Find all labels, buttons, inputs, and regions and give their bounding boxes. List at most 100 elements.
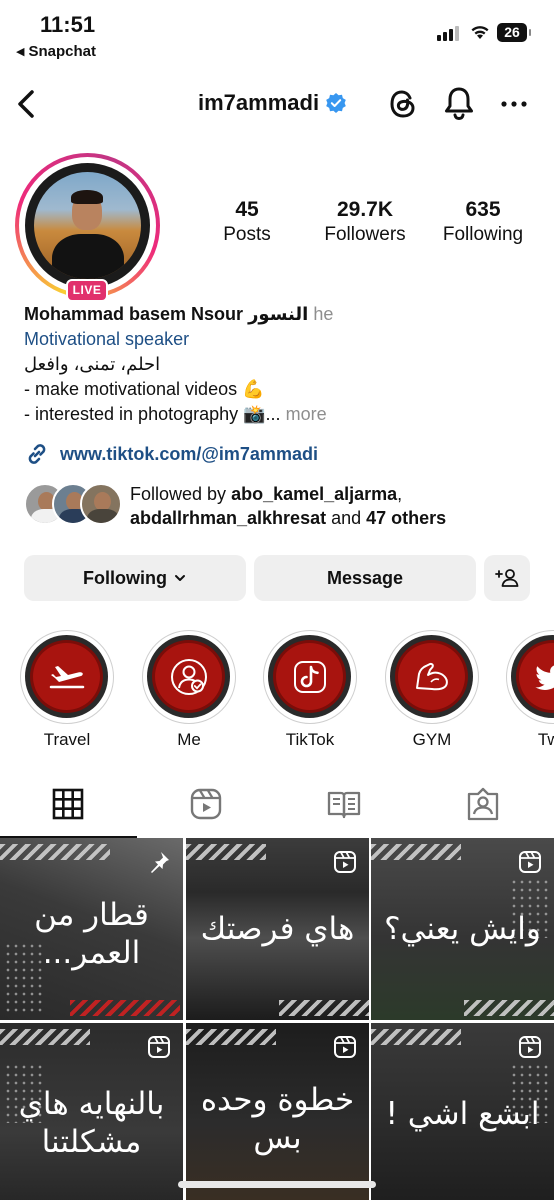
profile-website-link[interactable]: www.tiktok.com/@im7ammadi [24,441,318,467]
post-tile[interactable]: خطوة وحده بس [186,1023,369,1200]
link-icon [28,444,46,464]
tab-tagged[interactable] [465,786,501,822]
post-caption: ابشع اشي ! [385,1096,540,1132]
avatar [34,172,141,279]
post-caption: خطوة وحده بس [200,1082,355,1156]
twitter-bird-icon [534,664,554,690]
profile-nav-bar: im7ammadi [0,76,554,132]
back-app-label: Snapchat [28,43,96,60]
profile-bio: Mohammad basem Nsour النسور he Motivatio… [24,302,534,427]
user-check-icon [170,658,207,695]
mutual-followers-text: Followed by abo_kamel_aljarma, abdallrhm… [130,484,447,528]
bio-more-link[interactable]: more [286,404,327,424]
message-button-label: Message [326,567,404,588]
status-time: 11:51 [40,12,96,37]
post-tile[interactable]: هاي فرصتك [186,838,369,1020]
post-tile[interactable]: وايش يعني؟ [371,838,554,1020]
battery-icon: 26 [497,23,531,42]
followed-by-prefix: Followed by [130,484,232,504]
highlight-label: Twit [537,730,554,749]
mutual-others-count[interactable]: 47 others [366,508,446,528]
back-to-app-link[interactable]: ◀ Snapchat [16,43,96,60]
tiktok-icon [293,660,326,693]
guides-icon [327,791,361,819]
reel-icon [519,1036,541,1058]
post-caption: قطار من العمر... [34,897,149,971]
flexed-arm-icon [415,662,448,690]
highlight-twitter[interactable]: Twit [506,630,554,750]
pin-icon [151,852,169,873]
highlight-travel[interactable]: Travel [20,630,114,750]
highlight-gym[interactable]: GYM [385,630,479,750]
posts-count[interactable]: 45 Posts [216,198,278,246]
post-tile[interactable]: قطار من العمر... [0,838,183,1020]
verified-badge-icon [326,93,346,113]
highlight-label: Me [177,730,201,749]
profile-avatar-story-ring[interactable] [15,153,160,298]
post-caption: بالنهايه هاي مشكلتنا [18,1086,165,1160]
tab-reels[interactable] [188,786,224,822]
mutual-avatar-3 [80,483,122,525]
followers-number: 29.7K [336,198,394,221]
post-tile[interactable]: بالنهايه هاي مشكلتنا [0,1023,183,1200]
posts-number: 45 [235,198,259,221]
followers-label: Followers [324,224,406,245]
mutual-user-1[interactable]: abo_kamel_aljarma [231,484,397,504]
following-number: 635 [465,198,501,221]
suggested-users-button[interactable] [484,555,530,601]
signal-icon [437,26,459,41]
following-count[interactable]: 635 Following [436,198,530,246]
threads-icon[interactable] [385,86,421,122]
bio-line-photography-row: - interested in photography 📸... more [24,402,534,427]
post-tile[interactable]: ابشع اشي ! [371,1023,554,1200]
status-bar: 11:51 ◀ Snapchat 26 [0,0,554,66]
followed-by-and: and [326,508,367,528]
mutual-user-2[interactable]: abdallrhman_alkhresat [130,508,326,528]
back-arrow-icon[interactable] [10,86,46,122]
live-badge: LIVE [66,279,108,302]
following-button-label: Following [83,567,167,588]
highlight-label: GYM [412,730,452,749]
followers-count[interactable]: 29.7K Followers [318,198,412,246]
profile-name-row: Mohammad basem Nsour النسور he [24,302,534,327]
add-user-icon [495,569,519,587]
reel-icon [334,1036,356,1058]
tagged-icon [467,787,499,821]
posts-label: Posts [223,224,271,245]
profile-category[interactable]: Motivational speaker [24,327,534,352]
highlight-label: Travel [43,730,91,749]
back-triangle-icon: ◀ [16,46,25,58]
following-button[interactable]: Following [24,555,246,601]
more-options-icon[interactable] [498,88,530,120]
profile-pronouns: he [313,304,334,324]
post-caption: هاي فرصتك [200,911,355,947]
home-indicator[interactable] [178,1181,376,1188]
bio-line-arabic: احلم، تمنى، وافعل [24,354,161,374]
reel-icon [148,1036,170,1058]
post-caption: وايش يعني؟ [384,911,541,947]
reels-icon [190,788,222,820]
profile-username-header: im7ammadi [198,90,347,116]
highlight-label: TikTok [285,730,335,749]
notifications-bell-icon[interactable] [440,84,478,122]
tab-posts-grid[interactable] [50,786,86,822]
profile-tabs [0,770,554,838]
posts-grid: قطار من العمر... هاي فرصتك وايش يعني؟ با… [0,838,554,1200]
message-button[interactable]: Message [254,555,476,601]
mutual-followers[interactable]: Followed by abo_kamel_aljarma, abdallrhm… [24,480,544,530]
grid-icon [52,788,84,820]
following-label: Following [442,224,524,245]
reel-icon [334,851,356,873]
highlight-me[interactable]: Me [142,630,236,750]
wifi-icon [471,26,489,39]
chevron-down-icon [174,575,185,581]
bio-line-videos: - make motivational videos 💪 [24,379,265,399]
profile-full-name: Mohammad basem Nsour النسور [24,304,309,324]
tab-guides[interactable] [326,786,362,822]
airplane-icon [49,665,84,688]
username: im7ammadi [198,90,320,115]
highlight-tiktok[interactable]: TikTok [263,630,357,750]
bio-line-photography: - interested in photography 📸... [24,404,281,424]
reel-icon [519,851,541,873]
website-url: www.tiktok.com/@im7ammadi [60,443,318,464]
